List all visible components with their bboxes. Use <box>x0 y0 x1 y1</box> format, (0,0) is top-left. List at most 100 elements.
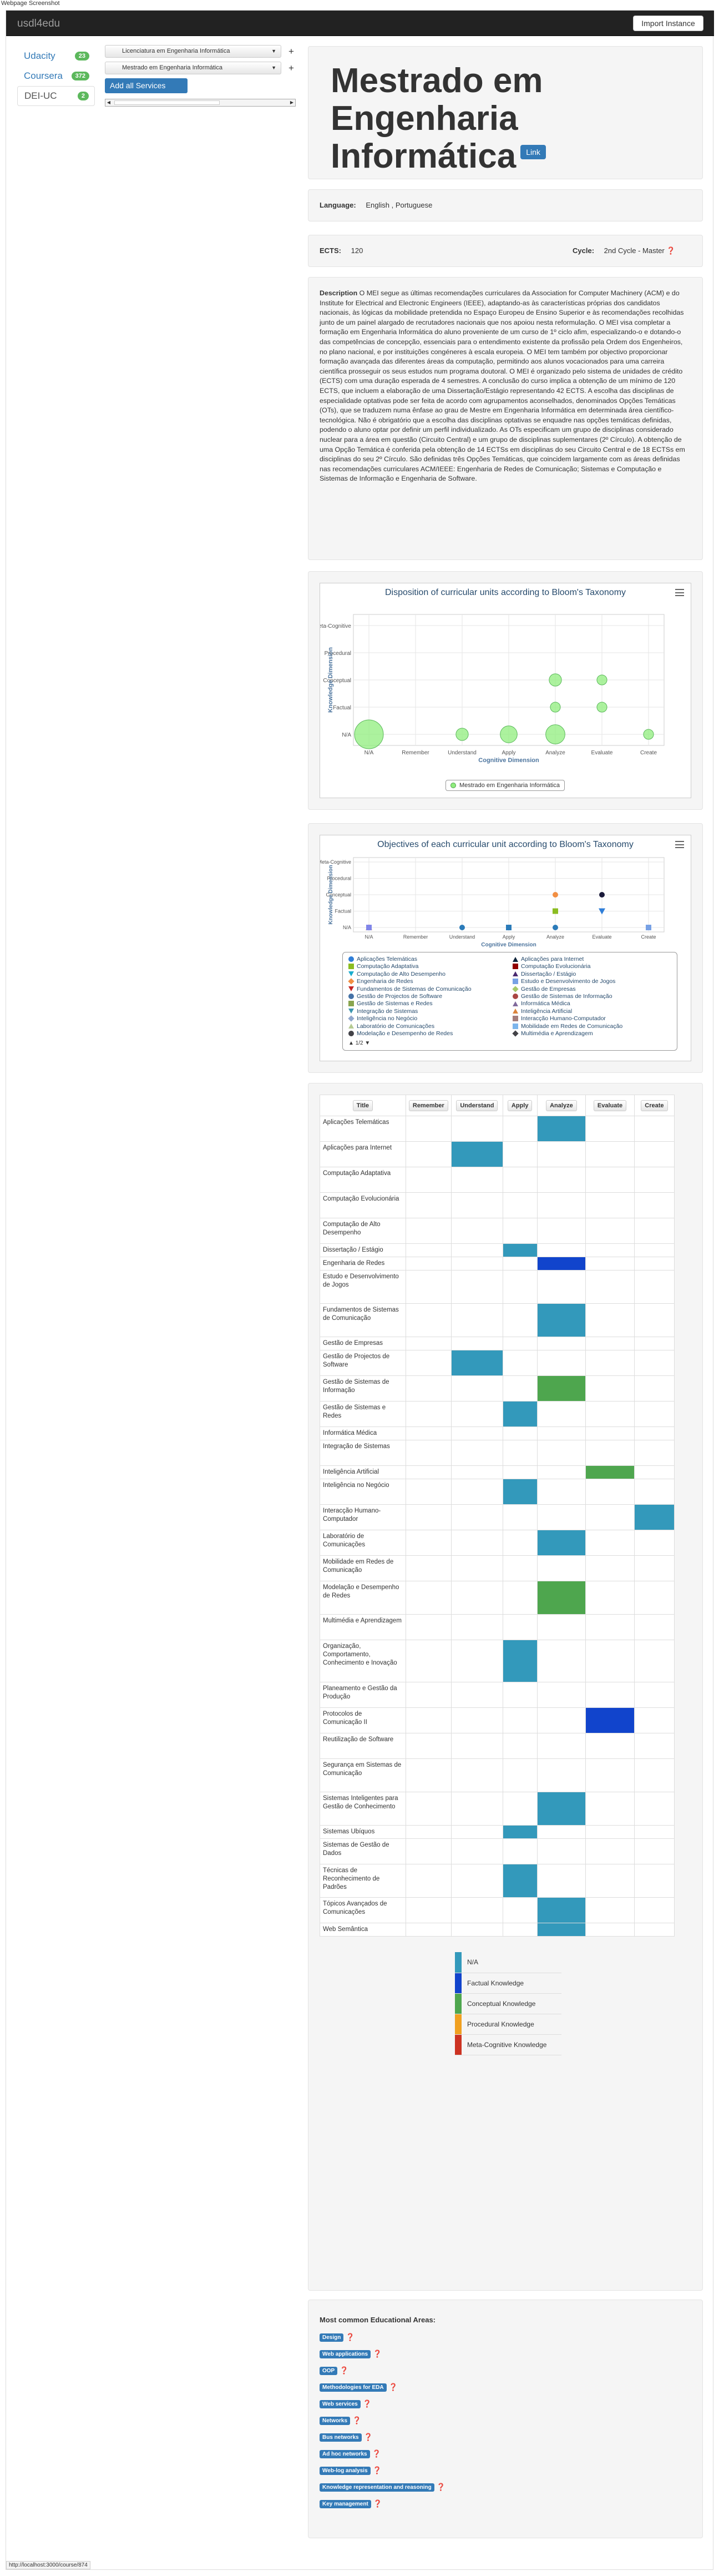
legend-item[interactable]: Modelação e Desempenho de Redes <box>348 1030 453 1037</box>
course-title-cell: Gestão de Empresas <box>320 1337 406 1350</box>
area-label[interactable]: Networks <box>320 2416 351 2425</box>
course-select[interactable]: Licenciatura em Engenharia Informática ▼ <box>105 45 281 58</box>
question-icon[interactable]: ❓ <box>364 2433 373 2442</box>
question-icon[interactable]: ❓ <box>346 2333 355 2342</box>
question-icon[interactable]: ❓ <box>340 2366 348 2375</box>
add-course-icon[interactable]: + <box>285 46 298 57</box>
y-axis-label: Knowledge Dimension <box>328 865 334 924</box>
question-icon[interactable]: ❓ <box>437 2483 445 2492</box>
bloom-cell <box>405 1270 452 1304</box>
bubble-chart-svg: N/A Remember Understand Apply Analyze Evaluat… <box>320 614 665 764</box>
bloom-cell <box>405 1218 452 1244</box>
legend-row: N/A <box>455 1952 561 1973</box>
legend-item[interactable]: Estudo e Desenvolvimento de Jogos <box>513 978 615 985</box>
bloom-cell <box>502 1733 538 1759</box>
add-all-services-button[interactable]: Add all Services <box>105 78 188 93</box>
chart-menu-icon[interactable] <box>675 841 684 848</box>
legend-item[interactable]: Aplicações para Internet <box>513 956 584 962</box>
scroll-right-icon[interactable]: ▶ <box>288 99 295 106</box>
y-tick-label: Meta-Cognitive <box>320 623 351 629</box>
legend-prev-icon[interactable]: ▲ <box>348 1040 354 1046</box>
legend-item[interactable]: Aplicações Telemáticas <box>348 956 417 962</box>
bloom-cell <box>634 1375 675 1402</box>
area-label[interactable]: OOP <box>320 2366 338 2375</box>
legend-item[interactable]: Mobilidade em Redes de Comunicação <box>513 1023 622 1030</box>
area-label[interactable]: Bus networks <box>320 2433 362 2442</box>
question-icon[interactable]: ❓ <box>666 246 675 255</box>
area-label[interactable]: Design <box>320 2333 344 2342</box>
y-tick-label: N/A <box>343 925 351 930</box>
horizontal-scrollbar[interactable]: ◀ ▶ <box>105 99 296 107</box>
legend-next-icon[interactable]: ▼ <box>364 1040 370 1046</box>
legend-item[interactable]: Inteligência Artificial <box>513 1008 572 1015</box>
bloom-cell <box>634 1243 675 1257</box>
legend-label: Interacção Humano-Computador <box>521 1015 606 1022</box>
x-tick-label: Apply <box>502 750 515 756</box>
column-header[interactable]: Remember <box>405 1095 452 1116</box>
legend-item[interactable]: Integração de Sistemas <box>348 1008 418 1015</box>
legend-item[interactable]: Informática Médica <box>513 1000 570 1007</box>
legend-item[interactable]: Fundamentos de Sistemas de Comunicação <box>348 986 472 992</box>
legend-item[interactable]: Multimédia e Aprendizagem <box>512 1030 593 1037</box>
scrollbar-thumb[interactable] <box>114 100 220 105</box>
area-label[interactable]: Web-log analysis <box>320 2466 371 2475</box>
column-header[interactable]: Understand <box>451 1095 503 1116</box>
legend-item[interactable]: Laboratório de Comunicações <box>348 1023 434 1030</box>
chart-menu-icon[interactable] <box>675 589 684 596</box>
bloom-cell <box>502 1923 538 1937</box>
bloom-cell <box>502 1141 538 1167</box>
legend-pager[interactable]: ▲ 1/2 ▼ <box>348 1040 370 1046</box>
bloom-cell <box>502 1337 538 1350</box>
area-label[interactable]: Key management <box>320 2499 371 2508</box>
legend-item[interactable]: Interacção Humano-Computador <box>513 1015 606 1022</box>
bloom-cell-filled <box>451 1350 503 1376</box>
link-button[interactable]: Link <box>520 144 546 159</box>
area-label[interactable]: Knowledge representation and reasoning <box>320 2483 434 2492</box>
question-icon[interactable]: ❓ <box>373 2466 382 2475</box>
legend-item[interactable]: Computação Evolucionária <box>513 963 591 970</box>
legend-item[interactable]: Gestão de Projectos de Software <box>348 993 442 1000</box>
question-icon[interactable]: ❓ <box>373 2350 382 2358</box>
question-icon[interactable]: ❓ <box>363 2399 372 2408</box>
legend-item[interactable]: Inteligência no Negócio <box>348 1015 417 1022</box>
legend-item[interactable]: Engenharia de Redes <box>348 978 413 985</box>
sidebar-item-dei-uc[interactable]: DEI-UC 2 <box>17 86 95 106</box>
legend-item[interactable]: Computação de Alto Desempenho <box>348 971 445 977</box>
brand-logo[interactable]: usdl4edu <box>17 18 60 30</box>
column-header[interactable]: Analyze <box>536 1095 586 1116</box>
area-label[interactable]: Methodologies for EDA <box>320 2383 387 2392</box>
area-label[interactable]: Web services <box>320 2399 361 2408</box>
area-label[interactable]: Web applications <box>320 2350 371 2358</box>
legend-item[interactable]: Computação Adaptativa <box>348 963 419 970</box>
column-header[interactable]: Create <box>634 1095 675 1116</box>
column-header[interactable]: Title <box>320 1095 406 1116</box>
legend-item[interactable]: Gestão de Empresas <box>512 986 576 992</box>
scroll-left-icon[interactable]: ◀ <box>105 99 112 106</box>
column-header[interactable]: Apply <box>502 1095 538 1116</box>
x-axis-label: Cognitive Dimension <box>478 757 539 764</box>
areas-title: Most common Educational Areas: <box>320 2316 436 2324</box>
course-select[interactable]: Mestrado em Engenharia Informática ▼ <box>105 62 281 74</box>
legend-label: Laboratório de Comunicações <box>357 1022 435 1030</box>
bloom-cell <box>405 1758 452 1792</box>
question-icon[interactable]: ❓ <box>373 2499 382 2508</box>
import-instance-button[interactable]: Import Instance <box>633 16 703 31</box>
question-icon[interactable]: ❓ <box>389 2383 398 2392</box>
area-label[interactable]: Ad hoc networks <box>320 2449 370 2458</box>
legend-item[interactable]: Gestão de Sistemas e Redes <box>348 1000 433 1007</box>
question-icon[interactable]: ❓ <box>372 2449 381 2458</box>
add-course-icon[interactable]: + <box>285 63 298 74</box>
table-row: Gestão de Sistemas de Informação <box>320 1375 675 1402</box>
question-icon[interactable]: ❓ <box>352 2416 361 2425</box>
course-title-cell: Modelação e Desempenho de Redes <box>320 1581 406 1615</box>
course-title-cell: Computação Evolucionária <box>320 1192 406 1218</box>
chart1-legend-item[interactable]: Mestrado em Engenharia Informática <box>445 780 565 791</box>
x-tick-label: Evaluate <box>591 750 613 756</box>
sidebar-item-coursera[interactable]: Coursera 372 <box>17 66 95 86</box>
column-header[interactable]: Evaluate <box>585 1095 635 1116</box>
legend-item[interactable]: Gestão de Sistemas de Informação <box>513 993 612 1000</box>
bloom-cell-filled <box>451 1141 503 1167</box>
sidebar-item-udacity[interactable]: Udacity 23 <box>17 46 95 66</box>
legend-item[interactable]: Dissertação / Estágio <box>513 971 576 977</box>
table-row: Aplicações para Internet <box>320 1141 675 1167</box>
